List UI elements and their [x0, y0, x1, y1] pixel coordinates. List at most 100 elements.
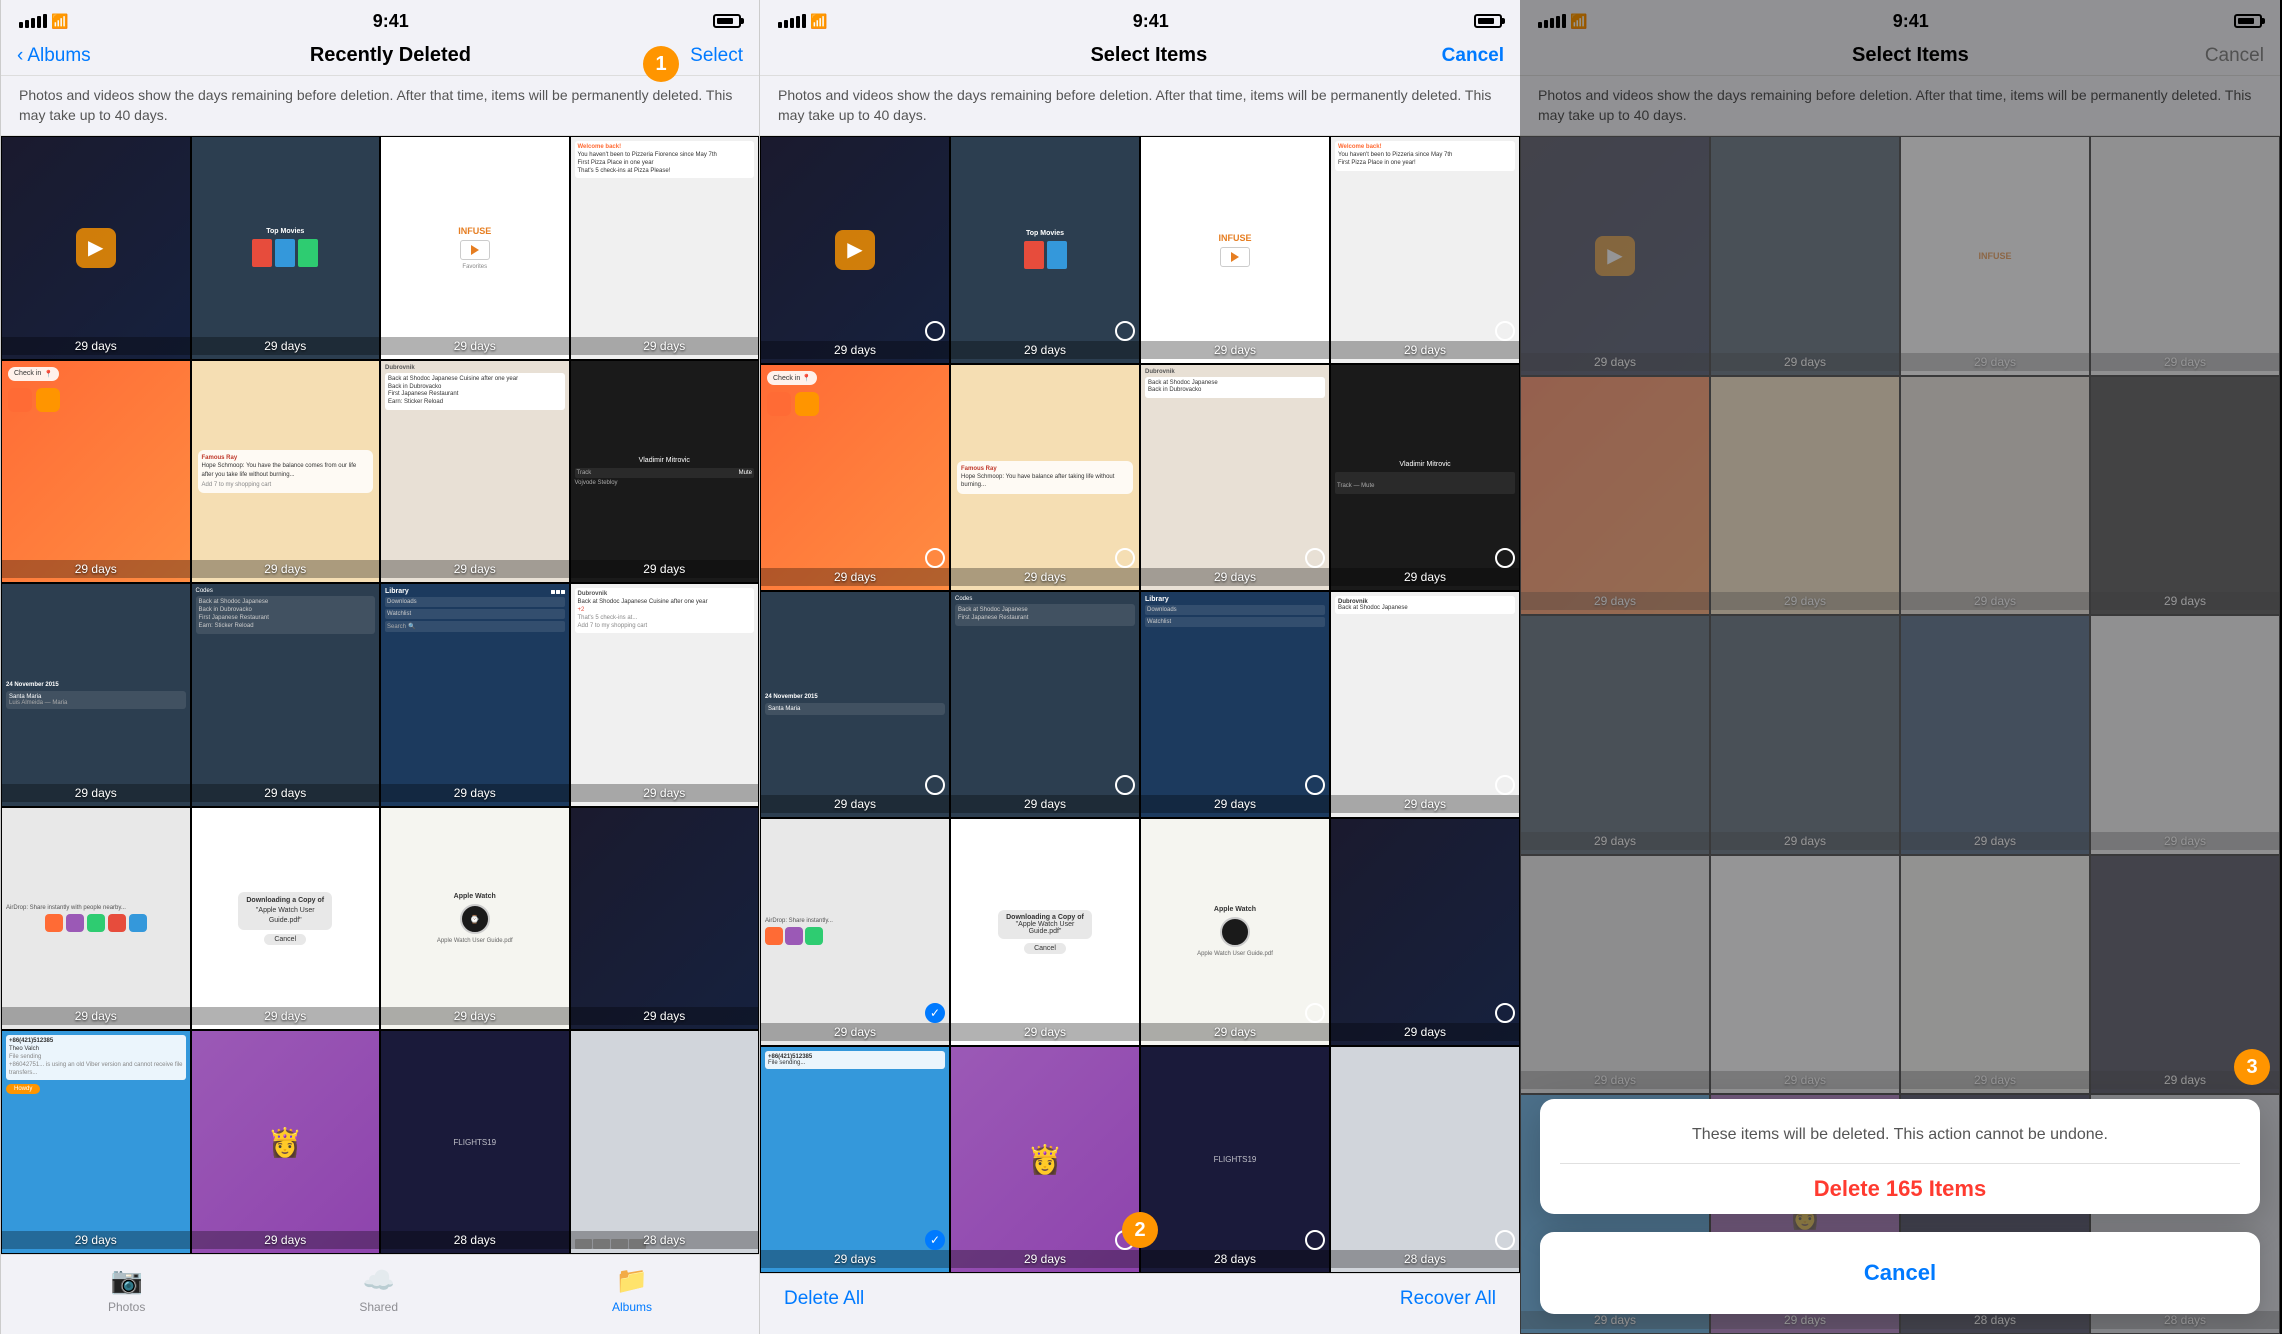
selection-circle	[1115, 321, 1135, 341]
selection-circle	[1305, 1003, 1325, 1023]
photo-cell[interactable]: Codes Back at Shodoc Japanese Back in Du…	[191, 583, 381, 807]
tab-photos-label: Photos	[108, 1300, 145, 1314]
photo-cell[interactable]: Check in 📍 29 days	[760, 364, 950, 591]
photo-cell[interactable]: Apple Watch ⌚ Apple Watch User Guide.pdf…	[380, 807, 570, 1031]
photo-cell[interactable]: AirDrop: Share instantly with people nea…	[1, 807, 191, 1031]
battery-area	[1474, 14, 1502, 28]
photo-cell[interactable]: Welcome back! You haven't been to Pizzer…	[1330, 136, 1520, 363]
photo-cell[interactable]: 24 November 2015 Santa Maria 29 days	[760, 591, 950, 818]
tab-photos[interactable]: 📷 Photos	[108, 1265, 145, 1314]
photo-row-4: AirDrop: Share instantly with people nea…	[1, 807, 759, 1031]
selection-circle	[1305, 1230, 1325, 1250]
photo-cell[interactable]: Dubrovnik Back at Shodoc Japanese Back i…	[1140, 364, 1330, 591]
photo-cell[interactable]: Library Downloads Watchlist Search 🔍	[380, 583, 570, 807]
days-label: 29 days	[571, 1007, 759, 1025]
status-bar-2: 📶 9:41	[760, 0, 1520, 40]
photo-cell[interactable]: Codes Back at Shodoc Japanese First Japa…	[950, 591, 1140, 818]
photo-cell[interactable]: Check in📍 29 days	[1, 360, 191, 584]
wifi-icon: 📶	[51, 13, 68, 30]
days-label: 29 days	[192, 1231, 380, 1249]
step-badge-3: 3	[2234, 1049, 2270, 1085]
selection-circle	[1495, 321, 1515, 341]
selection-circle	[1495, 548, 1515, 568]
status-time-2: 9:41	[1133, 11, 1169, 32]
photo-grid-2: ▶ 29 days Top Movies 29 days INFUS	[760, 136, 1520, 1273]
photo-cell[interactable]: +86(421)512385 Theo Valch File sending +…	[1, 1030, 191, 1254]
photo-cell[interactable]: ▶ 29 days	[1, 136, 191, 360]
tab-albums[interactable]: 📁 Albums	[612, 1265, 652, 1314]
back-label-1[interactable]: Albums	[27, 45, 90, 67]
albums-icon: 📁	[616, 1265, 648, 1296]
cancel-button-2[interactable]: Cancel	[1442, 45, 1504, 67]
photo-cell[interactable]: Top Movies 29 days	[950, 136, 1140, 363]
photo-cell[interactable]: AirDrop: Share instantly... ✓ 29 days	[760, 818, 950, 1045]
selection-circle	[1115, 1003, 1135, 1023]
photo-cell[interactable]: 29 days	[1330, 818, 1520, 1045]
alert-message: These items will be deleted. This action…	[1560, 1123, 2240, 1147]
alert-cancel-button[interactable]: Cancel	[1540, 1248, 2260, 1298]
photo-cell[interactable]: Vladimir Mitrovic Track Mute Vojvode Ste…	[570, 360, 760, 584]
days-label: 29 days	[571, 784, 759, 802]
photo-cell[interactable]: 29 days	[570, 807, 760, 1031]
photo-cell[interactable]: Top Movies 29 days	[191, 136, 381, 360]
battery-area	[713, 14, 741, 28]
photo-cell[interactable]: Downloading a Copy of "Apple Watch User …	[950, 818, 1140, 1045]
photo-cell[interactable]: 28 days	[570, 1030, 760, 1254]
photo-cell[interactable]: FLIGHTS19 28 days	[1140, 1046, 1330, 1273]
chevron-left-icon: ‹	[17, 45, 23, 67]
photo-cell[interactable]: Dubrovnik Back at Shodoc Japanese 29 day…	[1330, 591, 1520, 818]
status-time-1: 9:41	[373, 11, 409, 32]
photo-cell[interactable]: INFUSE 29 days	[1140, 136, 1330, 363]
photo-cell[interactable]: 28 days	[1330, 1046, 1520, 1273]
selection-circle	[1305, 548, 1325, 568]
shared-icon: ☁️	[362, 1265, 394, 1296]
photo-cell[interactable]: Apple Watch Apple Watch User Guide.pdf 2…	[1140, 818, 1330, 1045]
tab-shared-label: Shared	[359, 1300, 398, 1314]
signal-area: 📶	[778, 13, 827, 30]
battery-icon	[1474, 14, 1502, 28]
selection-circle	[925, 321, 945, 341]
photo-cell[interactable]: 24 November 2015 Santa Maria Luis Almeid…	[1, 583, 191, 807]
tab-shared[interactable]: ☁️ Shared	[359, 1265, 398, 1314]
photo-row-5: +86(421)512385 Theo Valch File sending +…	[1, 1030, 759, 1254]
delete-items-button[interactable]: Delete 165 Items	[1560, 1163, 2240, 1214]
recover-all-button[interactable]: Recover All	[1400, 1288, 1496, 1310]
days-label: 28 days	[571, 1231, 759, 1249]
photo-cell[interactable]: Welcome back! You haven't been to Pizzer…	[570, 136, 760, 360]
signal-icon	[19, 14, 47, 28]
photo-row-3: 24 November 2015 Santa Maria 29 days Cod…	[760, 591, 1520, 818]
photo-cell[interactable]: ▶ 29 days	[760, 136, 950, 363]
back-button-1[interactable]: ‹ Albums	[17, 45, 91, 67]
days-label: 29 days	[2, 1231, 190, 1249]
photo-cell[interactable]: Famous Ray Hope Schmoop: You have the ba…	[191, 360, 381, 584]
days-label: 29 days	[2, 560, 190, 578]
photo-cell[interactable]: INFUSE Favorites 29 days	[380, 136, 570, 360]
photo-cell[interactable]: 👸 29 days	[950, 1046, 1140, 1273]
step-badge-2: 2	[1122, 1212, 1158, 1248]
photo-cell[interactable]: FLIGHTS19 28 days	[380, 1030, 570, 1254]
select-button[interactable]: Select	[690, 45, 743, 67]
photo-cell[interactable]: Downloading a Copy of "Apple Watch User …	[191, 807, 381, 1031]
days-label: 29 days	[192, 337, 380, 355]
days-label: 29 days	[192, 1007, 380, 1025]
wifi-icon: 📶	[810, 13, 827, 30]
photo-cell[interactable]: Library Downloads Watchlist 29 days	[1140, 591, 1330, 818]
signal-area: 📶	[19, 13, 68, 30]
delete-all-button[interactable]: Delete All	[784, 1288, 864, 1310]
days-label: 29 days	[2, 784, 190, 802]
photo-cell[interactable]: Famous Ray Hope Schmoop: You have balanc…	[950, 364, 1140, 591]
page-title-1: Recently Deleted	[310, 44, 471, 67]
nav-bar-2: Select Items Cancel	[760, 40, 1520, 76]
days-label: 29 days	[381, 784, 569, 802]
photo-cell[interactable]: Dubrovnik Back at Shodoc Japanese Cuisin…	[570, 583, 760, 807]
photo-cell[interactable]: 👸 29 days	[191, 1030, 381, 1254]
days-label: 29 days	[192, 784, 380, 802]
photo-cell[interactable]: +86(421)512385 File sending... ✓ 29 days	[760, 1046, 950, 1273]
photo-row-1: ▶ 29 days Top Movies 29 day	[1, 136, 759, 360]
photos-icon: 📷	[110, 1265, 142, 1296]
tab-albums-label: Albums	[612, 1300, 652, 1314]
selection-circle	[1115, 548, 1135, 568]
photo-cell[interactable]: Dubrovnik Back at Shodoc Japanese Cuisin…	[380, 360, 570, 584]
panel-3: 📶 9:41 Select Items Cancel Photos and vi…	[1520, 0, 2280, 1334]
photo-cell[interactable]: Vladimir Mitrovic Track — Mute 29 days	[1330, 364, 1520, 591]
